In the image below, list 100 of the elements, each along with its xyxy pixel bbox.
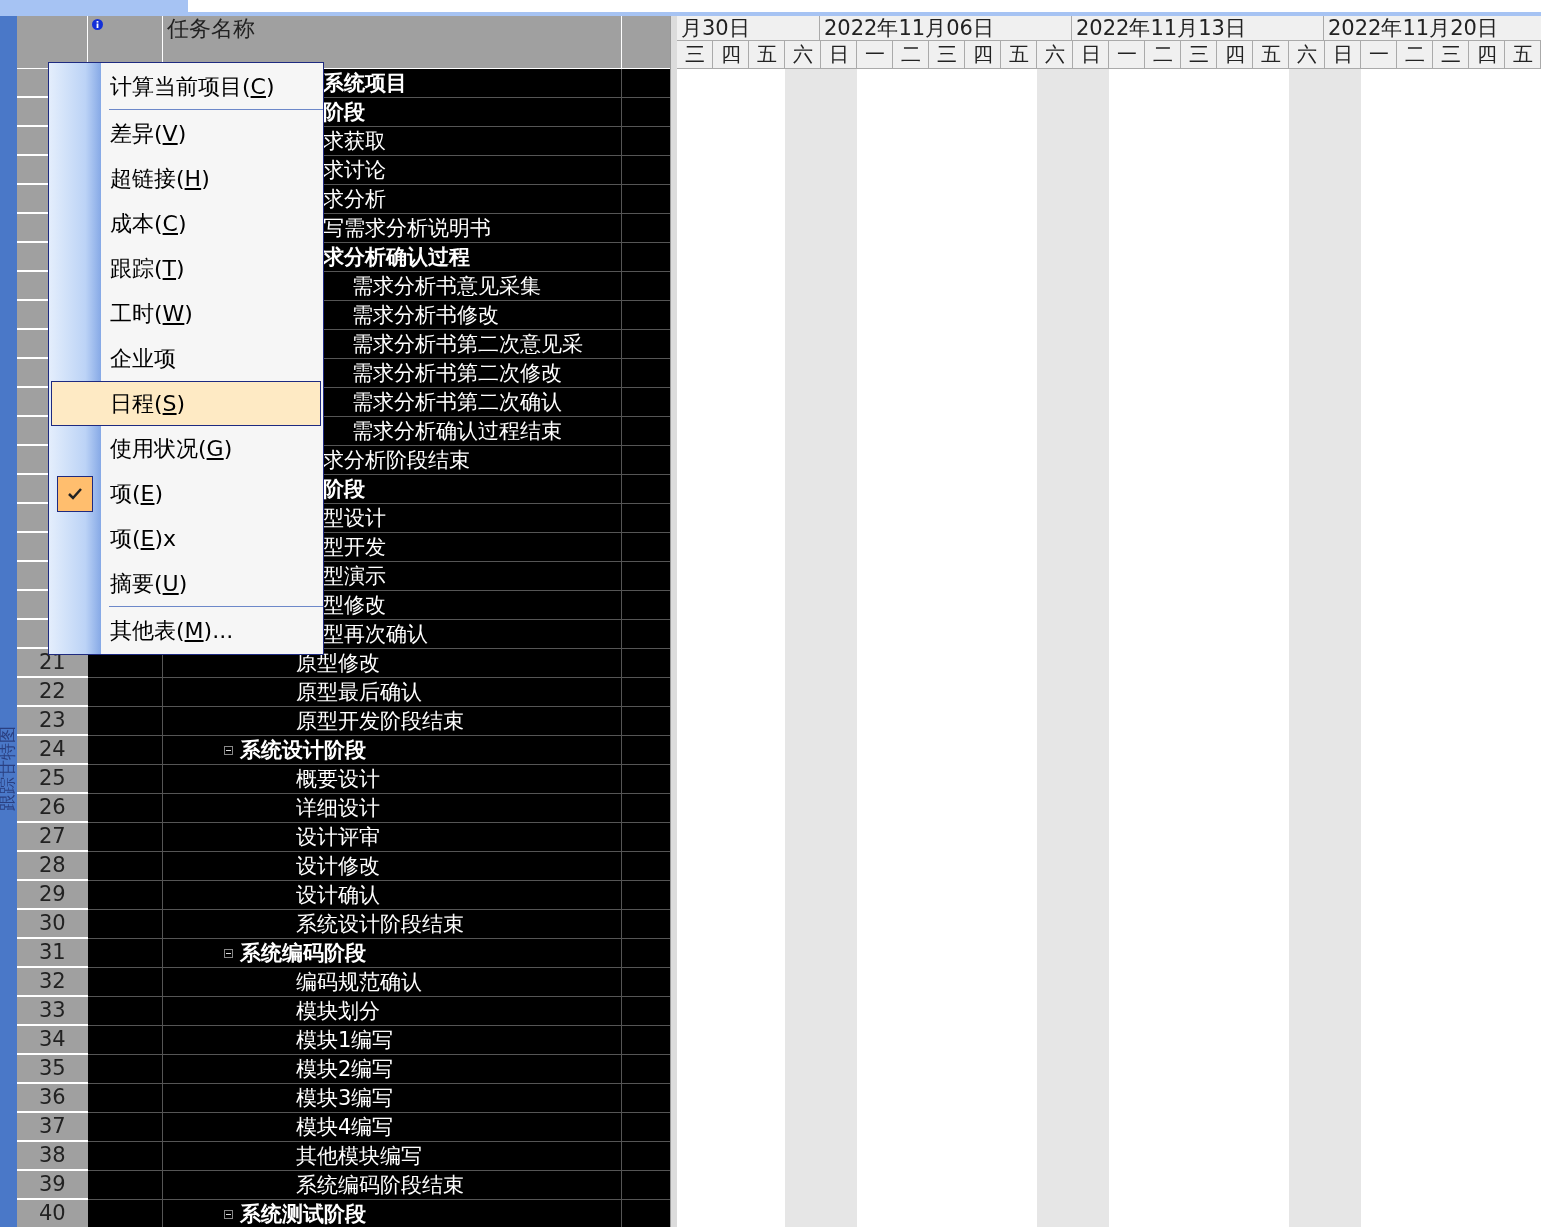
menu-item[interactable]: 跟踪(T) (51, 246, 321, 291)
day-header: 五 (1505, 41, 1541, 69)
row-number: 26 (17, 794, 88, 823)
day-header: 三 (929, 41, 965, 69)
menu-item[interactable]: 项(E) (51, 471, 321, 516)
row-number: 34 (17, 1026, 88, 1055)
task-name: 设计评审 (296, 824, 380, 850)
menu-item[interactable]: 摘要(U) (51, 561, 321, 606)
task-name: 阶段 (323, 476, 365, 502)
day-header: 二 (893, 41, 929, 69)
task-name: 系统测试阶段 (240, 1201, 366, 1227)
task-name: 写需求分析说明书 (323, 215, 491, 241)
task-name: 阶段 (323, 99, 365, 125)
day-header: 三 (1181, 41, 1217, 69)
task-name: 型修改 (323, 592, 386, 618)
day-header: 一 (1361, 41, 1397, 69)
task-name: 系统编码阶段 (240, 940, 366, 966)
day-header: 二 (1145, 41, 1181, 69)
week-header: 2022年11月13日 (1072, 16, 1324, 40)
week-header: 月30日 (677, 16, 820, 40)
task-name: 需求分析确认过程结束 (352, 418, 562, 444)
day-header: 五 (1001, 41, 1037, 69)
row-number: 31 (17, 939, 88, 968)
day-header: 六 (785, 41, 821, 69)
task-name: 概要设计 (296, 766, 380, 792)
day-header: 日 (1073, 41, 1109, 69)
menu-item-label: 成本(C) (110, 210, 187, 238)
menu-item[interactable]: 工时(W) (51, 291, 321, 336)
day-header: 五 (749, 41, 785, 69)
day-header: 五 (1253, 41, 1289, 69)
menu-item-label: 超链接(H) (110, 165, 210, 193)
task-name: 型开发 (323, 534, 386, 560)
menu-item[interactable]: 使用状况(G) (51, 426, 321, 471)
row-number: 35 (17, 1055, 88, 1084)
task-name: 详细设计 (296, 795, 380, 821)
row-number: 23 (17, 707, 88, 736)
row-number: 28 (17, 852, 88, 881)
menu-item-label: 差异(V) (110, 120, 187, 148)
collapse-icon[interactable] (224, 948, 233, 958)
task-name: 型再次确认 (323, 621, 428, 647)
menu-item-label: 日程(S) (110, 390, 186, 418)
day-header: 日 (1325, 41, 1361, 69)
task-name: 其他模块编写 (296, 1143, 422, 1169)
task-name: 求分析确认过程 (323, 244, 470, 270)
menu-item[interactable]: 日程(S) (51, 381, 321, 426)
task-name: 模块1编写 (296, 1027, 394, 1053)
task-name: 原型最后确认 (296, 679, 422, 705)
task-name: 模块4编写 (296, 1114, 394, 1140)
row-number: 37 (17, 1113, 88, 1142)
menu-item-label: 工时(W) (110, 300, 193, 328)
info-icon (92, 19, 103, 30)
day-header: 一 (1109, 41, 1145, 69)
collapse-icon[interactable] (224, 745, 233, 755)
week-header: 2022年11月06日 (820, 16, 1072, 40)
task-name: 求获取 (323, 128, 386, 154)
task-name: 型设计 (323, 505, 386, 531)
task-name: 设计修改 (296, 853, 380, 879)
row-number: 36 (17, 1084, 88, 1113)
day-header: 六 (1289, 41, 1325, 69)
row-number: 27 (17, 823, 88, 852)
row-number: 39 (17, 1171, 88, 1200)
row-number: 22 (17, 678, 88, 707)
collapse-icon[interactable] (224, 1209, 233, 1219)
menu-item-label: 摘要(U) (110, 570, 188, 598)
row-number: 25 (17, 765, 88, 794)
menu-item-label: 项(E) (110, 480, 164, 508)
week-header: 2022年11月20日 (1324, 16, 1541, 40)
task-name: 求讨论 (323, 157, 386, 183)
task-name: 系统设计阶段结束 (296, 911, 464, 937)
day-header: 日 (821, 41, 857, 69)
task-name: 模块3编写 (296, 1085, 394, 1111)
day-header: 四 (1217, 41, 1253, 69)
task-name: 原型开发阶段结束 (296, 708, 464, 734)
menu-item-label: 项(E)x (110, 525, 177, 553)
row-number: 40 (17, 1200, 88, 1227)
task-name: 需求分析书修改 (352, 302, 499, 328)
task-name: 设计确认 (296, 882, 380, 908)
day-header: 三 (677, 41, 713, 69)
menu-item[interactable]: 项(E)x (51, 516, 321, 561)
row-number: 38 (17, 1142, 88, 1171)
row-number: 30 (17, 910, 88, 939)
menu-item[interactable]: 差异(V) (51, 111, 321, 156)
task-name: 求分析阶段结束 (323, 447, 470, 473)
menu-item[interactable]: 成本(C) (51, 201, 321, 246)
task-name: 模块2编写 (296, 1056, 394, 1082)
day-header: 二 (1397, 41, 1433, 69)
day-header: 四 (1469, 41, 1505, 69)
menu-item-label: 企业项 (110, 345, 176, 373)
menu-item[interactable]: 企业项 (51, 336, 321, 381)
task-name: 模块划分 (296, 998, 380, 1024)
row-number: 32 (17, 968, 88, 997)
task-name: 需求分析书意见采集 (352, 273, 541, 299)
menu-item-label: 使用状况(G) (110, 435, 233, 463)
menu-item-label: 计算当前项目(C) (110, 73, 275, 101)
task-name: 编码规范确认 (296, 969, 422, 995)
row-number: 33 (17, 997, 88, 1026)
row-number: 29 (17, 881, 88, 910)
menu-item[interactable]: 超链接(H) (51, 156, 321, 201)
day-header: 三 (1433, 41, 1469, 69)
task-name: 系统设计阶段 (240, 737, 366, 763)
